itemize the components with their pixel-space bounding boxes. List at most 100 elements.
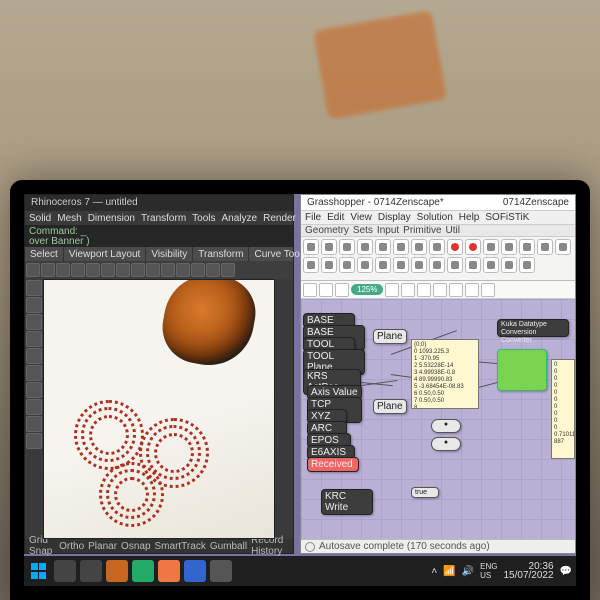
ribbon-component-icon[interactable] bbox=[303, 239, 319, 255]
panel-coords[interactable]: {0;0} 0 1093.225.3 1 -370.95 2 5.53228E-… bbox=[411, 339, 479, 409]
rhino-command-area[interactable]: Command: _ over Banner ) bbox=[25, 225, 293, 247]
osnap-planar[interactable]: Planar bbox=[88, 541, 117, 552]
toolbar-button[interactable] bbox=[101, 263, 115, 277]
gh-cat-input[interactable]: Input bbox=[377, 225, 399, 236]
ribbon-component-icon[interactable] bbox=[465, 239, 481, 255]
toolbar-button[interactable] bbox=[116, 263, 130, 277]
toolbar-button[interactable] bbox=[86, 263, 100, 277]
notification-center-icon[interactable]: 💬 bbox=[560, 566, 572, 577]
rhino-toolbar-tabs[interactable]: Select Viewport Layout Visibility Transf… bbox=[25, 247, 293, 261]
toolbar-button[interactable] bbox=[146, 263, 160, 277]
taskbar-app-powerpoint[interactable] bbox=[158, 560, 180, 582]
canvas-tool[interactable] bbox=[433, 283, 447, 297]
rhino-titlebar[interactable]: Rhinoceros 7 — untitled bbox=[25, 195, 293, 211]
toolbar-button[interactable] bbox=[131, 263, 145, 277]
ribbon-component-icon[interactable] bbox=[483, 239, 499, 255]
rhino-properties-panel[interactable] bbox=[275, 279, 293, 539]
gh-menu-display[interactable]: Display bbox=[378, 212, 411, 223]
toolbar-button[interactable] bbox=[176, 263, 190, 277]
canvas-tool[interactable] bbox=[385, 283, 399, 297]
ribbon-component-icon[interactable] bbox=[519, 239, 535, 255]
ribbon-component-icon[interactable] bbox=[357, 257, 373, 273]
gh-menubar[interactable]: File Edit View Display Solution Help SOF… bbox=[301, 211, 575, 225]
toolbar-button[interactable] bbox=[41, 263, 55, 277]
sketch-icon[interactable] bbox=[481, 283, 495, 297]
taskbar-app-rhino[interactable] bbox=[106, 560, 128, 582]
gh-canvas[interactable]: BASE BASE Plane TOOL TOOL Plane KRS ActP… bbox=[301, 299, 575, 539]
node-green-selected[interactable] bbox=[497, 349, 547, 391]
system-tray[interactable]: ˄ 📶 🔊 ENG US 20:36 15/07/2022 💬 bbox=[431, 562, 572, 580]
ribbon-component-icon[interactable] bbox=[321, 239, 337, 255]
ribbon-component-icon[interactable] bbox=[393, 239, 409, 255]
ribbon-component-icon[interactable] bbox=[519, 257, 535, 273]
ribbon-component-icon[interactable] bbox=[483, 257, 499, 273]
gh-cat-geometry[interactable]: Geometry bbox=[305, 225, 349, 236]
ribbon-component-icon[interactable] bbox=[429, 257, 445, 273]
ribbon-component-icon[interactable] bbox=[501, 239, 517, 255]
menu-mesh[interactable]: Mesh bbox=[57, 213, 81, 224]
zoom-indicator[interactable]: 125% bbox=[351, 284, 383, 295]
side-tool[interactable] bbox=[26, 280, 42, 296]
gh-cat-util[interactable]: Util bbox=[446, 225, 460, 236]
rhino-menubar[interactable]: Solid Mesh Dimension Transform Tools Ana… bbox=[25, 211, 293, 225]
ribbon-component-icon[interactable] bbox=[339, 257, 355, 273]
side-tool[interactable] bbox=[26, 297, 42, 313]
ribbon-component-icon[interactable] bbox=[555, 239, 571, 255]
ribbon-component-icon[interactable] bbox=[501, 257, 517, 273]
ribbon-component-icon[interactable] bbox=[429, 239, 445, 255]
side-tool[interactable] bbox=[26, 382, 42, 398]
node-toggle-true[interactable]: true bbox=[411, 487, 439, 498]
ribbon-component-icon[interactable] bbox=[447, 239, 463, 255]
search-icon[interactable] bbox=[54, 560, 76, 582]
tab-visibility[interactable]: Visibility bbox=[146, 247, 193, 261]
taskbar-clock[interactable]: 20:36 15/07/2022 bbox=[503, 562, 553, 580]
toolbar-button[interactable] bbox=[71, 263, 85, 277]
ribbon-component-icon[interactable] bbox=[393, 257, 409, 273]
osnap-osnap[interactable]: Osnap bbox=[121, 541, 150, 552]
ribbon-component-icon[interactable] bbox=[339, 239, 355, 255]
gh-ribbon-categories[interactable]: Geometry Sets Input Primitive Util bbox=[301, 225, 575, 237]
ribbon-component-icon[interactable] bbox=[447, 257, 463, 273]
ribbon-component-icon[interactable] bbox=[411, 257, 427, 273]
menu-transform[interactable]: Transform bbox=[141, 213, 186, 224]
taskbar-app-generic[interactable] bbox=[210, 560, 232, 582]
gh-menu-file[interactable]: File bbox=[305, 212, 321, 223]
side-tool[interactable] bbox=[26, 365, 42, 381]
side-tool[interactable] bbox=[26, 331, 42, 347]
node-converter[interactable]: Kuka Datatype Conversion Converter bbox=[497, 319, 569, 337]
gh-titlebar[interactable]: Grasshopper - 0714Zenscape* 0714Zenscape bbox=[301, 195, 575, 211]
gh-cat-sets[interactable]: Sets bbox=[353, 225, 373, 236]
ribbon-component-icon[interactable] bbox=[411, 239, 427, 255]
eye-icon[interactable] bbox=[465, 283, 479, 297]
toolbar-button[interactable] bbox=[56, 263, 70, 277]
menu-tools[interactable]: Tools bbox=[192, 213, 215, 224]
canvas-tool[interactable] bbox=[449, 283, 463, 297]
ribbon-component-icon[interactable] bbox=[357, 239, 373, 255]
toolbar-button[interactable] bbox=[221, 263, 235, 277]
start-button[interactable] bbox=[28, 560, 50, 582]
side-tool[interactable] bbox=[26, 314, 42, 330]
node-krc-write[interactable]: KRC Write bbox=[321, 489, 373, 515]
panel-zeros[interactable]: 0 0 0 0 0 0 0 0 0 0 0.71011 887 bbox=[551, 359, 575, 459]
side-tool[interactable] bbox=[26, 348, 42, 364]
taskbar-app-grasshopper[interactable] bbox=[132, 560, 154, 582]
tab-viewport-layout[interactable]: Viewport Layout bbox=[64, 247, 147, 261]
ribbon-component-icon[interactable] bbox=[375, 257, 391, 273]
node-plane-a[interactable]: Plane bbox=[373, 329, 407, 344]
language-indicator[interactable]: ENG US bbox=[480, 562, 497, 580]
toggle-button[interactable]: ● bbox=[431, 437, 461, 451]
canvas-tool[interactable] bbox=[319, 283, 333, 297]
tab-transform[interactable]: Transform bbox=[193, 247, 249, 261]
gh-menu-solution[interactable]: Solution bbox=[417, 212, 453, 223]
ribbon-component-icon[interactable] bbox=[465, 257, 481, 273]
canvas-tool[interactable] bbox=[401, 283, 415, 297]
osnap-smarttrack[interactable]: SmartTrack bbox=[155, 541, 206, 552]
canvas-tool[interactable] bbox=[417, 283, 431, 297]
side-tool[interactable] bbox=[26, 433, 42, 449]
tray-volume-icon[interactable]: 🔊 bbox=[462, 566, 474, 577]
gh-menu-sofistik[interactable]: SOFiSTiK bbox=[485, 212, 529, 223]
canvas-tool[interactable] bbox=[303, 283, 317, 297]
ribbon-component-icon[interactable] bbox=[321, 257, 337, 273]
ribbon-component-icon[interactable] bbox=[375, 239, 391, 255]
menu-dimension[interactable]: Dimension bbox=[88, 213, 135, 224]
